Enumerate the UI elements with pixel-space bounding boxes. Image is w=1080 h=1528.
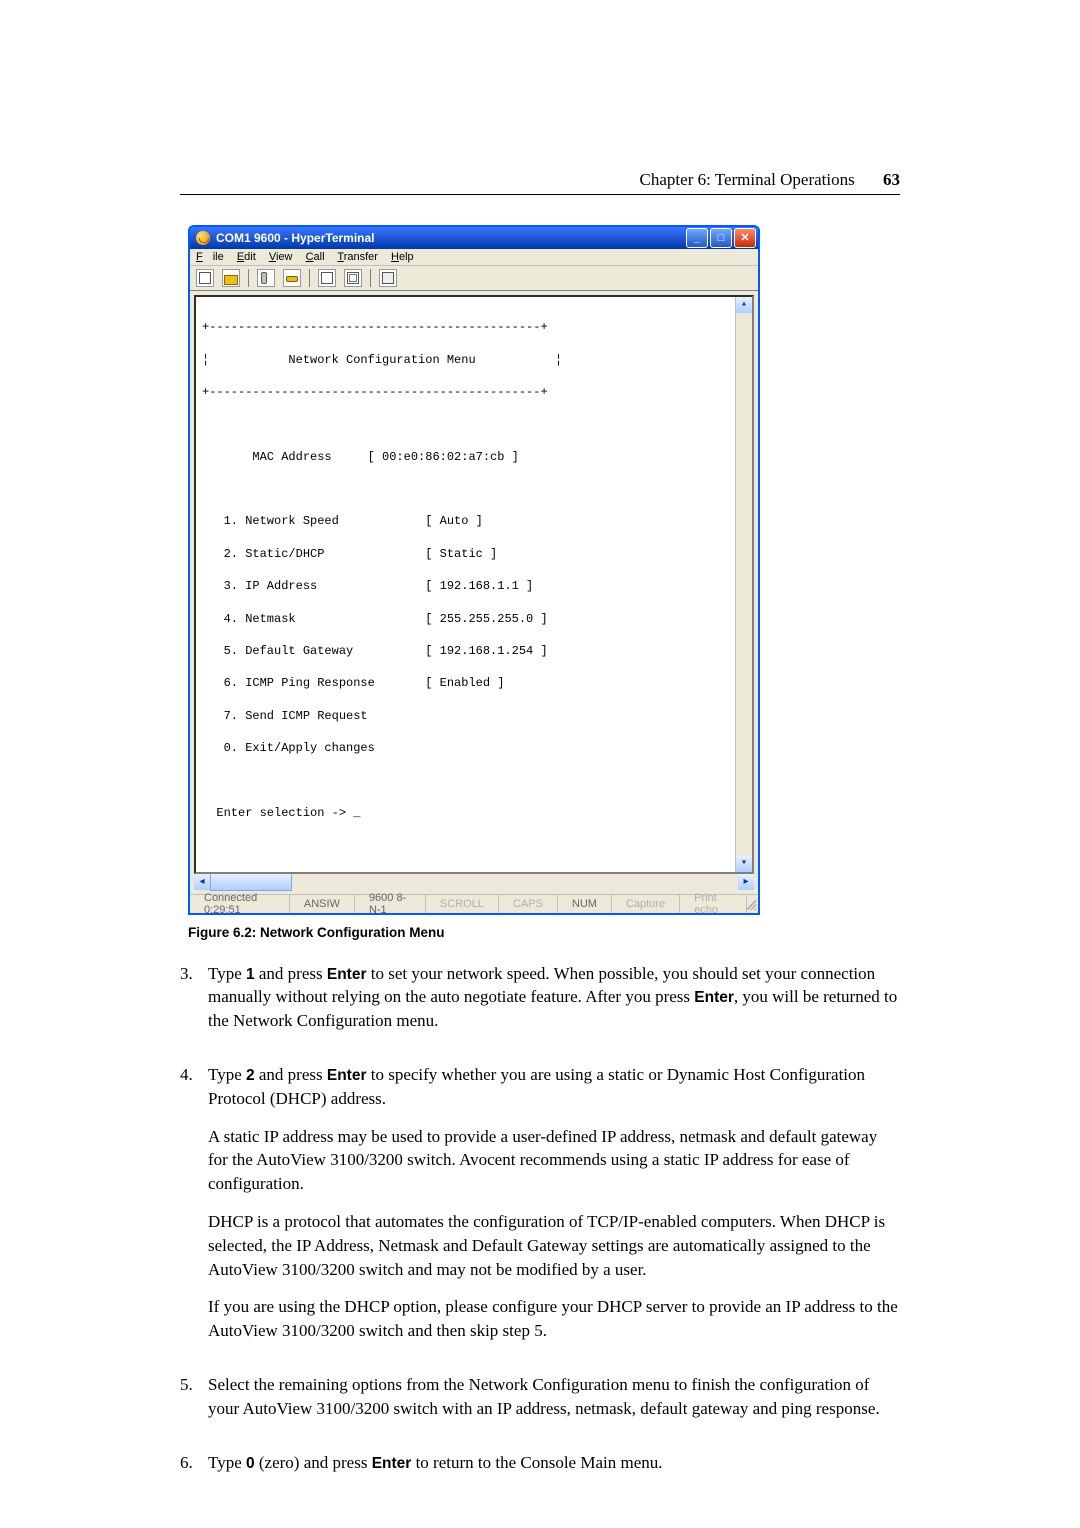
scroll-up-icon[interactable]: ▴ bbox=[736, 297, 752, 313]
status-print-echo: Print echo bbox=[680, 895, 747, 913]
step-4: 4. Type 2 and press Enter to specify whe… bbox=[180, 1063, 900, 1357]
step-number: 5. bbox=[180, 1373, 208, 1435]
key-label: Enter bbox=[327, 966, 367, 983]
menu-call[interactable]: Call bbox=[306, 251, 325, 263]
menubar: File Edit View Call Transfer Help bbox=[190, 249, 758, 266]
step-text: Select the remaining options from the Ne… bbox=[208, 1373, 900, 1421]
scroll-down-icon[interactable]: ▾ bbox=[736, 856, 752, 872]
step-number: 6. bbox=[180, 1451, 208, 1489]
option-icmp-ping-response: 6. ICMP Ping Response [ Enabled ] bbox=[202, 675, 746, 691]
key-label: Enter bbox=[327, 1067, 367, 1084]
instruction-list: 3. Type 1 and press Enter to set your ne… bbox=[180, 962, 900, 1489]
new-icon[interactable] bbox=[196, 269, 214, 287]
step-5: 5. Select the remaining options from the… bbox=[180, 1373, 900, 1435]
menu-transfer[interactable]: Transfer bbox=[337, 251, 378, 263]
resize-grip-icon[interactable] bbox=[747, 898, 756, 910]
step-text: DHCP is a protocol that automates the co… bbox=[208, 1210, 900, 1281]
step-text: Type bbox=[208, 1065, 246, 1084]
status-num: NUM bbox=[558, 895, 612, 913]
option-netmask: 4. Netmask [ 255.255.255.0 ] bbox=[202, 611, 746, 627]
status-scroll: SCROLL bbox=[426, 895, 499, 913]
terminal-output[interactable]: +---------------------------------------… bbox=[194, 295, 754, 874]
toolbar-separator bbox=[248, 269, 249, 287]
blank-line bbox=[202, 772, 746, 788]
enter-selection-prompt: Enter selection -> _ bbox=[202, 805, 746, 821]
vertical-scrollbar[interactable]: ▴ ▾ bbox=[735, 297, 752, 872]
receive-icon[interactable] bbox=[344, 269, 362, 287]
menu-edit[interactable]: Edit bbox=[237, 251, 256, 263]
statusbar: Connected 0:29:51 ANSIW 9600 8-N-1 SCROL… bbox=[190, 894, 758, 913]
menu-help[interactable]: Help bbox=[391, 251, 414, 263]
step-number: 4. bbox=[180, 1063, 208, 1357]
key-label: 2 bbox=[246, 1067, 255, 1084]
toolbar-separator bbox=[309, 269, 310, 287]
term-border: +---------------------------------------… bbox=[202, 384, 746, 400]
page-header: Chapter 6: Terminal Operations 63 bbox=[180, 170, 900, 195]
step-text: to return to the Console Main menu. bbox=[411, 1453, 662, 1472]
scroll-left-icon[interactable]: ◂ bbox=[194, 874, 210, 890]
step-text: (zero) and press bbox=[255, 1453, 372, 1472]
scroll-thumb[interactable] bbox=[210, 873, 292, 891]
figure-caption: Figure 6.2: Network Configuration Menu bbox=[188, 925, 900, 940]
status-port: 9600 8-N-1 bbox=[355, 895, 426, 913]
key-label: 1 bbox=[246, 966, 255, 983]
maximize-button[interactable]: □ bbox=[710, 228, 732, 248]
app-icon bbox=[196, 231, 210, 245]
step-text: and press bbox=[255, 964, 327, 983]
option-static-dhcp: 2. Static/DHCP [ Static ] bbox=[202, 546, 746, 562]
window-title: COM1 9600 - HyperTerminal bbox=[216, 231, 686, 245]
step-text: Type bbox=[208, 964, 246, 983]
status-connected: Connected 0:29:51 bbox=[190, 895, 290, 913]
toolbar-separator bbox=[370, 269, 371, 287]
scroll-right-icon[interactable]: ▸ bbox=[738, 874, 754, 890]
blank-line bbox=[202, 416, 746, 432]
minimize-button[interactable]: _ bbox=[686, 228, 708, 248]
option-send-icmp-request: 7. Send ICMP Request bbox=[202, 708, 746, 724]
step-3: 3. Type 1 and press Enter to set your ne… bbox=[180, 962, 900, 1047]
step-text: If you are using the DHCP option, please… bbox=[208, 1295, 900, 1343]
key-label: 0 bbox=[246, 1455, 255, 1472]
term-border: +---------------------------------------… bbox=[202, 319, 746, 335]
open-icon[interactable] bbox=[222, 269, 240, 287]
option-exit-apply: 0. Exit/Apply changes bbox=[202, 740, 746, 756]
mac-address-line: MAC Address [ 00:e0:86:02:a7:cb ] bbox=[202, 449, 746, 465]
option-default-gateway: 5. Default Gateway [ 192.168.1.254 ] bbox=[202, 643, 746, 659]
status-capture: Capture bbox=[612, 895, 680, 913]
step-text: A static IP address may be used to provi… bbox=[208, 1125, 900, 1196]
send-icon[interactable] bbox=[318, 269, 336, 287]
step-text: Type bbox=[208, 1453, 246, 1472]
status-caps: CAPS bbox=[499, 895, 558, 913]
disconnect-icon[interactable] bbox=[283, 269, 301, 287]
key-label: Enter bbox=[372, 1455, 412, 1472]
status-emulation: ANSIW bbox=[290, 895, 355, 913]
step-text: and press bbox=[255, 1065, 327, 1084]
menu-view[interactable]: View bbox=[269, 251, 293, 263]
blank-line bbox=[202, 481, 746, 497]
step-6: 6. Type 0 (zero) and press Enter to retu… bbox=[180, 1451, 900, 1489]
chapter-label: Chapter 6: Terminal Operations bbox=[640, 170, 855, 189]
toolbar bbox=[190, 266, 758, 291]
call-icon[interactable] bbox=[257, 269, 275, 287]
option-network-speed: 1. Network Speed [ Auto ] bbox=[202, 513, 746, 529]
option-ip-address: 3. IP Address [ 192.168.1.1 ] bbox=[202, 578, 746, 594]
page-number: 63 bbox=[859, 170, 900, 189]
close-button[interactable]: ✕ bbox=[734, 228, 756, 248]
term-title: ¦ Network Configuration Menu ¦ bbox=[202, 352, 746, 368]
key-label: Enter bbox=[694, 989, 734, 1006]
hyperterminal-window: COM1 9600 - HyperTerminal _ □ ✕ File Edi… bbox=[188, 225, 760, 915]
properties-icon[interactable] bbox=[379, 269, 397, 287]
menu-file[interactable]: File bbox=[196, 251, 224, 263]
horizontal-scrollbar[interactable]: ◂ ▸ bbox=[194, 874, 754, 890]
titlebar[interactable]: COM1 9600 - HyperTerminal _ □ ✕ bbox=[190, 227, 758, 249]
step-number: 3. bbox=[180, 962, 208, 1047]
